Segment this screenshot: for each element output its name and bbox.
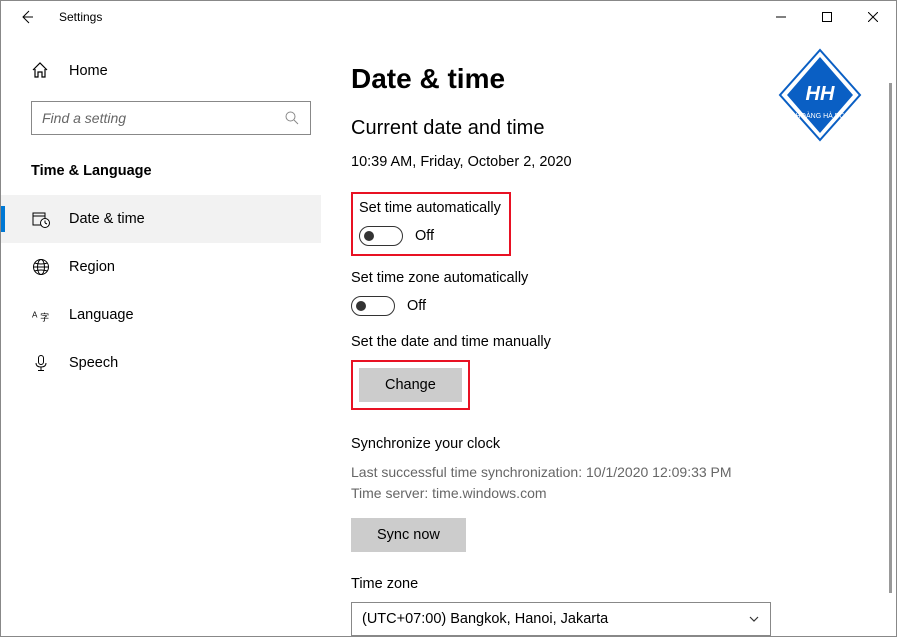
sync-now-button[interactable]: Sync now xyxy=(351,518,466,552)
timezone-label: Time zone xyxy=(351,576,876,592)
chevron-down-icon xyxy=(748,613,760,625)
minimize-icon xyxy=(776,12,786,22)
svg-text:A: A xyxy=(32,311,38,320)
set-time-auto-state: Off xyxy=(415,228,434,244)
timezone-value: (UTC+07:00) Bangkok, Hanoi, Jakarta xyxy=(362,611,608,627)
current-datetime: 10:39 AM, Friday, October 2, 2020 xyxy=(351,154,876,170)
sidebar-item-label: Speech xyxy=(69,355,118,371)
window-title: Settings xyxy=(59,10,102,24)
calendar-clock-icon xyxy=(31,209,51,229)
sync-label: Synchronize your clock xyxy=(351,436,876,452)
timezone-select[interactable]: (UTC+07:00) Bangkok, Hanoi, Jakarta xyxy=(351,602,771,636)
set-tz-auto-toggle[interactable] xyxy=(351,296,395,316)
sidebar-item-label: Region xyxy=(69,259,115,275)
sidebar-item-label: Language xyxy=(69,307,134,323)
set-time-auto-label: Set time automatically xyxy=(359,200,501,216)
sidebar: Home Time & Language Date & time xyxy=(1,33,321,636)
back-button[interactable] xyxy=(15,5,39,29)
home-link[interactable]: Home xyxy=(1,51,321,91)
search-input[interactable] xyxy=(42,110,284,126)
set-time-auto-toggle[interactable] xyxy=(359,226,403,246)
close-button[interactable] xyxy=(850,1,896,33)
scrollbar[interactable] xyxy=(889,83,892,593)
arrow-left-icon xyxy=(19,9,35,25)
sidebar-item-label: Date & time xyxy=(69,211,145,227)
highlight-change-button: Change xyxy=(351,360,470,410)
home-label: Home xyxy=(69,63,108,79)
sidebar-item-date-time[interactable]: Date & time xyxy=(1,195,321,243)
minimize-button[interactable] xyxy=(758,1,804,33)
change-button[interactable]: Change xyxy=(359,368,462,402)
search-icon xyxy=(284,110,300,126)
highlight-set-time-auto: Set time automatically Off xyxy=(351,192,511,256)
globe-icon xyxy=(31,257,51,277)
sidebar-item-speech[interactable]: Speech xyxy=(1,339,321,387)
maximize-icon xyxy=(822,12,832,22)
maximize-button[interactable] xyxy=(804,1,850,33)
sync-server: Time server: time.windows.com xyxy=(351,483,876,504)
home-icon xyxy=(31,61,51,81)
window-controls xyxy=(758,1,896,33)
sidebar-item-language[interactable]: A字 Language xyxy=(1,291,321,339)
language-icon: A字 xyxy=(31,305,51,325)
main-content: HH HOÀNG HÀ PC Date & time Current date … xyxy=(321,33,896,636)
manual-label: Set the date and time manually xyxy=(351,334,876,350)
close-icon xyxy=(868,12,878,22)
sync-last: Last successful time synchronization: 10… xyxy=(351,462,876,483)
brand-logo: HH HOÀNG HÀ PC xyxy=(770,45,870,145)
set-tz-auto-state: Off xyxy=(407,298,426,314)
category-title: Time & Language xyxy=(1,135,321,195)
svg-text:字: 字 xyxy=(40,311,49,322)
svg-text:HOÀNG HÀ PC: HOÀNG HÀ PC xyxy=(795,111,844,120)
microphone-icon xyxy=(31,353,51,373)
titlebar: Settings xyxy=(1,1,896,33)
set-tz-auto-label: Set time zone automatically xyxy=(351,270,876,286)
search-box[interactable] xyxy=(31,101,311,135)
svg-text:HH: HH xyxy=(806,83,835,105)
sidebar-item-region[interactable]: Region xyxy=(1,243,321,291)
